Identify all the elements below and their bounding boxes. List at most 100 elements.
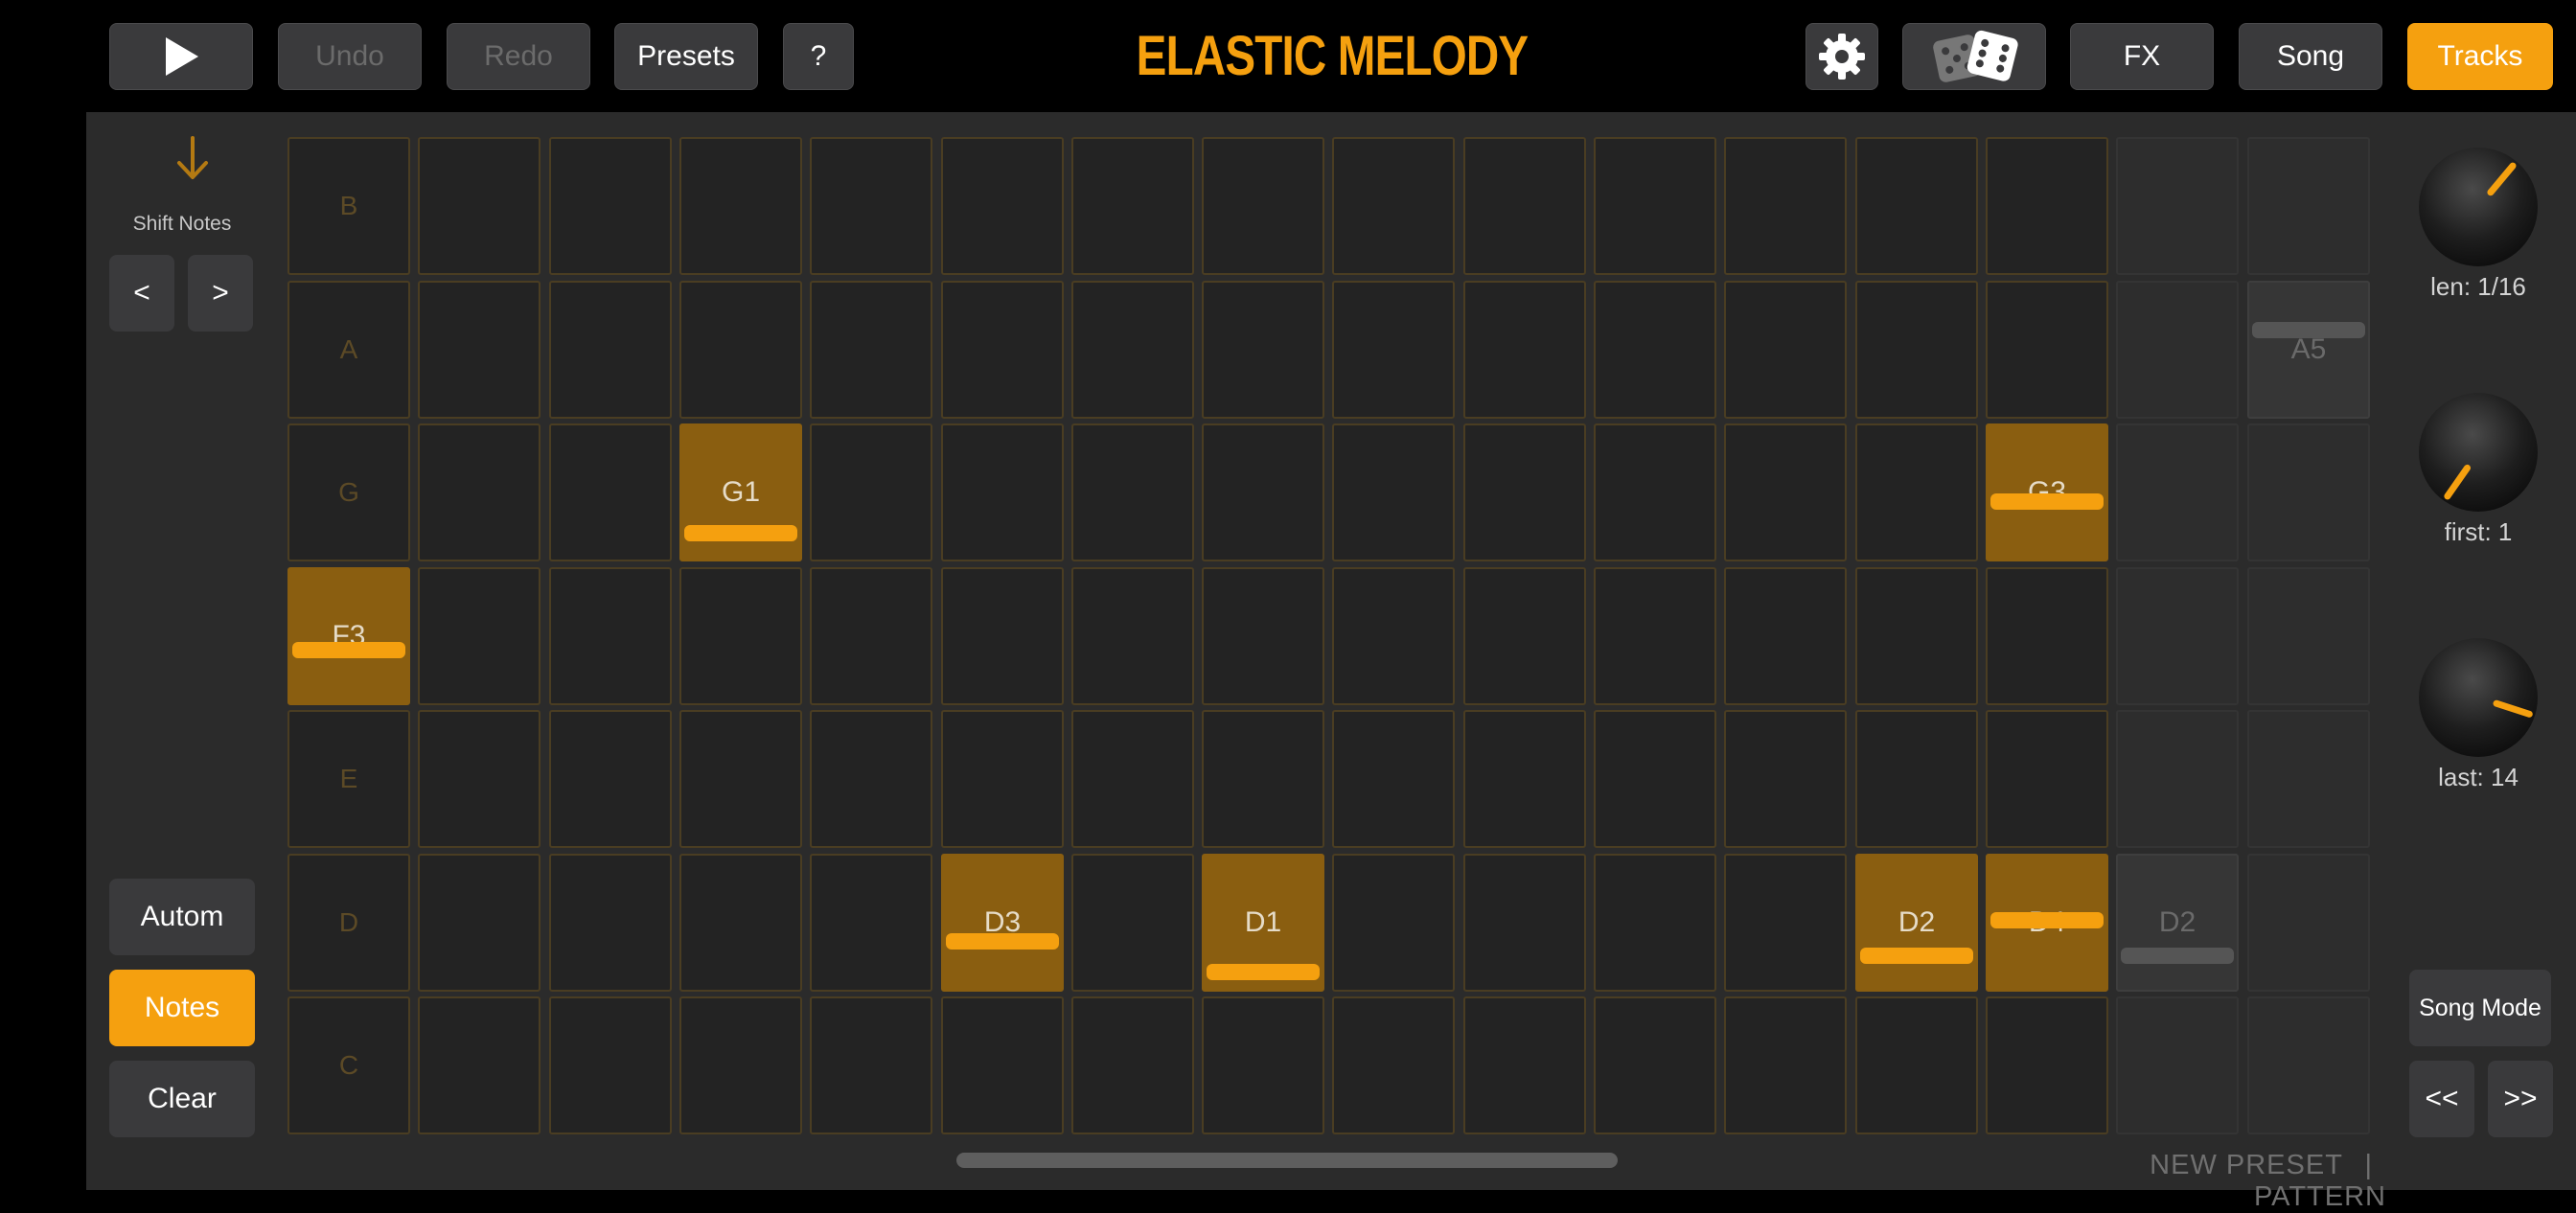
note-cell[interactable]: G3 — [1986, 423, 2108, 561]
grid-cell[interactable] — [1855, 423, 1978, 561]
grid-cell[interactable] — [549, 281, 672, 419]
grid-cell[interactable] — [810, 137, 932, 275]
velocity-bar[interactable] — [946, 933, 1059, 950]
redo-button[interactable]: Redo — [447, 23, 590, 90]
grid-cell[interactable] — [2116, 567, 2239, 705]
grid-cell[interactable] — [810, 281, 932, 419]
grid-cell[interactable]: C — [288, 996, 410, 1134]
grid-cell[interactable] — [679, 710, 802, 848]
grid-cell[interactable] — [549, 854, 672, 992]
grid-cell[interactable] — [1594, 137, 1716, 275]
grid-cell[interactable] — [418, 854, 540, 992]
grid-cell[interactable] — [941, 423, 1064, 561]
grid-cell[interactable] — [418, 567, 540, 705]
randomize-button[interactable] — [1902, 23, 2046, 90]
velocity-bar[interactable] — [1207, 964, 1320, 980]
song-button[interactable]: Song — [2239, 23, 2382, 90]
grid-cell[interactable] — [549, 710, 672, 848]
grid-cell[interactable] — [2247, 423, 2370, 561]
grid-cell[interactable] — [2247, 996, 2370, 1134]
grid-cell[interactable] — [1594, 423, 1716, 561]
play-button[interactable] — [109, 23, 253, 90]
grid-cell[interactable] — [1332, 423, 1455, 561]
grid-cell[interactable] — [810, 423, 932, 561]
settings-button[interactable] — [1806, 23, 1878, 90]
velocity-bar[interactable] — [1990, 912, 2104, 928]
grid-cell[interactable] — [1724, 710, 1847, 848]
previous-button[interactable]: << — [2409, 1061, 2474, 1137]
grid-cell[interactable] — [2116, 281, 2239, 419]
grid-cell[interactable] — [1332, 567, 1455, 705]
tracks-button[interactable]: Tracks — [2407, 23, 2553, 90]
note-cell[interactable]: D1 — [1202, 854, 1324, 992]
grid-cell[interactable] — [1463, 137, 1586, 275]
grid-cell[interactable] — [1332, 710, 1455, 848]
grid-cell[interactable]: E — [288, 710, 410, 848]
grid-cell[interactable] — [810, 996, 932, 1134]
grid-cell[interactable] — [1332, 281, 1455, 419]
grid-cell[interactable] — [1463, 567, 1586, 705]
grid-cell[interactable] — [1071, 996, 1194, 1134]
notes-button[interactable]: Notes — [109, 970, 255, 1046]
grid-cell[interactable] — [418, 281, 540, 419]
grid-cell[interactable] — [810, 854, 932, 992]
grid-cell[interactable] — [1594, 854, 1716, 992]
knob[interactable] — [2415, 389, 2542, 515]
grid-cell[interactable] — [1594, 567, 1716, 705]
grid-cell[interactable] — [549, 423, 672, 561]
grid-cell[interactable] — [1724, 854, 1847, 992]
grid-cell[interactable] — [1724, 567, 1847, 705]
grid-cell[interactable]: B — [288, 137, 410, 275]
grid-cell[interactable] — [810, 710, 932, 848]
grid-cell[interactable] — [1202, 423, 1324, 561]
shift-right-button[interactable]: > — [188, 255, 253, 332]
grid-cell[interactable] — [1594, 281, 1716, 419]
grid-cell[interactable] — [679, 137, 802, 275]
grid-cell[interactable] — [1855, 137, 1978, 275]
grid-cell[interactable] — [549, 137, 672, 275]
grid-cell[interactable] — [1724, 423, 1847, 561]
grid-cell[interactable] — [1202, 567, 1324, 705]
grid-cell[interactable] — [1071, 137, 1194, 275]
autom-button[interactable]: Autom — [109, 879, 255, 955]
grid-cell[interactable] — [1202, 710, 1324, 848]
velocity-bar[interactable] — [292, 642, 405, 658]
grid-cell[interactable] — [1724, 281, 1847, 419]
grid-cell[interactable] — [1071, 423, 1194, 561]
grid-cell[interactable] — [1986, 281, 2108, 419]
grid-cell[interactable] — [2116, 710, 2239, 848]
grid-cell[interactable] — [679, 996, 802, 1134]
grid-cell[interactable]: D — [288, 854, 410, 992]
grid-cell[interactable] — [679, 567, 802, 705]
grid-cell[interactable] — [1724, 137, 1847, 275]
grid-cell[interactable] — [549, 996, 672, 1134]
song-mode-button[interactable]: Song Mode — [2409, 970, 2551, 1046]
shift-left-button[interactable]: < — [109, 255, 174, 332]
next-button[interactable]: >> — [2488, 1061, 2553, 1137]
note-cell[interactable]: D3 — [941, 854, 1064, 992]
grid-cell[interactable] — [679, 281, 802, 419]
ghost-note-cell[interactable]: A5 — [2247, 281, 2370, 419]
grid-cell[interactable] — [941, 137, 1064, 275]
note-cell[interactable]: D4 — [1986, 854, 2108, 992]
grid-cell[interactable] — [1202, 281, 1324, 419]
grid-cell[interactable] — [2116, 423, 2239, 561]
grid-cell[interactable] — [2247, 137, 2370, 275]
grid-cell[interactable] — [1986, 996, 2108, 1134]
grid-cell[interactable]: A — [288, 281, 410, 419]
grid-cell[interactable] — [1463, 281, 1586, 419]
fx-button[interactable]: FX — [2070, 23, 2214, 90]
velocity-bar[interactable] — [684, 525, 797, 541]
note-cell[interactable]: D2 — [1855, 854, 1978, 992]
grid-cell[interactable] — [941, 567, 1064, 705]
grid-cell[interactable] — [2247, 854, 2370, 992]
knob[interactable] — [2415, 634, 2542, 761]
grid-cell[interactable]: G — [288, 423, 410, 561]
grid-cell[interactable] — [941, 996, 1064, 1134]
grid-cell[interactable] — [1855, 996, 1978, 1134]
grid-cell[interactable] — [549, 567, 672, 705]
help-button[interactable]: ? — [783, 23, 854, 90]
grid-cell[interactable] — [1332, 137, 1455, 275]
grid-cell[interactable] — [2247, 710, 2370, 848]
grid-cell[interactable] — [1855, 281, 1978, 419]
